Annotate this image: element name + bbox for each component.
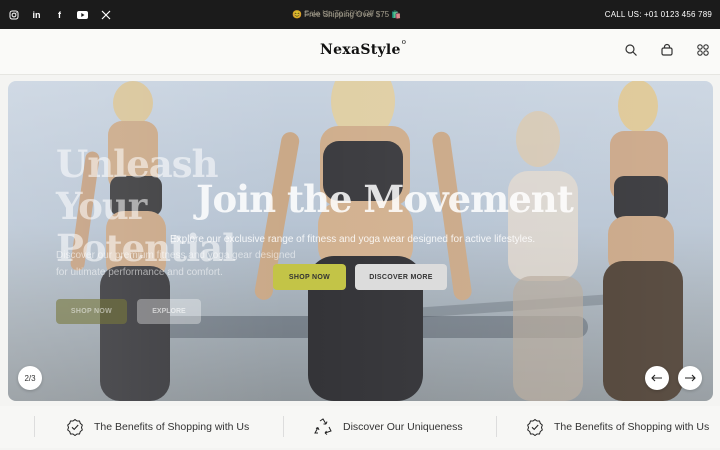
divider [496, 416, 497, 437]
facebook-icon[interactable]: f [54, 9, 65, 20]
announcement-text-secondary: Sale Up To 50% Off [304, 9, 374, 18]
slide-counter: 2/3 [18, 366, 42, 390]
logo[interactable]: NexaStyleo [320, 38, 406, 58]
search-icon[interactable] [624, 43, 638, 57]
x-icon[interactable] [100, 9, 111, 20]
logo-mark: o [401, 38, 407, 47]
prev-slide-subtitle: Discover our premium fitness and yoga ge… [56, 250, 296, 278]
next-slide-button[interactable] [678, 366, 702, 390]
logo-text: NexaStyle [320, 42, 401, 58]
divider [283, 416, 284, 437]
explore-button[interactable]: EXPLORE [137, 299, 201, 324]
badge-check-icon [67, 418, 83, 436]
prev-slide-button[interactable] [645, 366, 669, 390]
arrow-right-icon [685, 374, 696, 382]
announcement-bar: 😊 Free Shipping Over $75 🛍️ Sale Up To 5… [290, 8, 430, 21]
social-links: in f [8, 0, 111, 29]
marquee-item: Discover Our Uniqueness [313, 406, 463, 448]
arrow-left-icon [651, 374, 662, 382]
instagram-icon[interactable] [8, 9, 19, 20]
shop-now-button[interactable]: SHOP NOW [273, 264, 346, 290]
hero-title: Join the Movement [196, 177, 574, 221]
marquee-item: The Benefits of Shopping with Us [526, 406, 709, 448]
youtube-icon[interactable] [77, 9, 88, 20]
badge-check-icon [527, 418, 543, 436]
prev-shop-now-button[interactable]: SHOP NOW [56, 299, 127, 324]
marquee-text: The Benefits of Shopping with Us [94, 421, 250, 433]
hero-subtitle: Explore our exclusive range of fitness a… [170, 234, 536, 245]
benefits-marquee: The Benefits of Shopping with Us Discove… [0, 406, 720, 448]
bag-icon[interactable] [660, 43, 674, 57]
top-bar: in f 😊 Free Shipping Over $75 🛍️ Sale Up… [0, 0, 720, 29]
hero-slider: Unleash Your Potential Discover our prem… [8, 81, 713, 401]
marquee-item: The Benefits of Shopping with Us [66, 406, 249, 448]
grid-menu-icon[interactable] [696, 43, 710, 57]
marquee-text: The Benefits of Shopping with Us [554, 421, 710, 433]
discover-more-button[interactable]: DISCOVER MORE [355, 264, 447, 290]
call-us-text: CALL US: +01 0123 456 789 [604, 10, 712, 19]
linkedin-icon[interactable]: in [31, 9, 42, 20]
recycle-icon [314, 418, 332, 435]
header-actions [624, 43, 710, 57]
marquee-text: Discover Our Uniqueness [343, 421, 463, 433]
site-header: NexaStyleo [0, 29, 720, 75]
divider [34, 416, 35, 437]
